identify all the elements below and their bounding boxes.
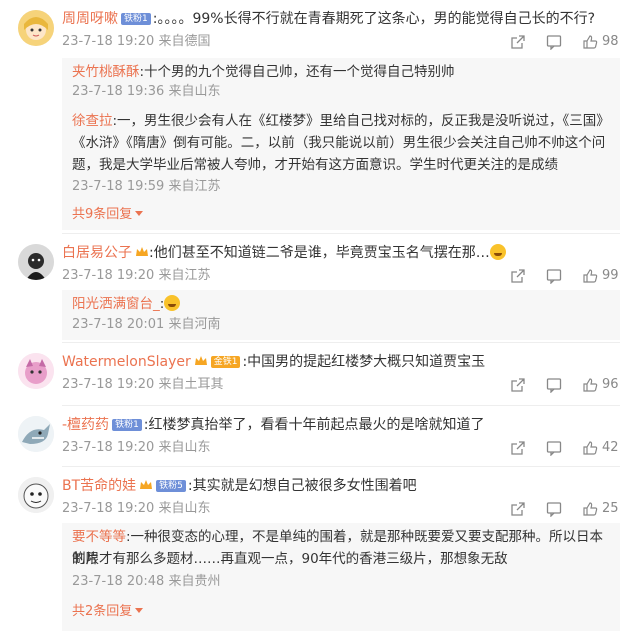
avatar[interactable] [18, 10, 54, 46]
comment-icon[interactable] [546, 440, 562, 456]
avatar[interactable] [18, 244, 54, 280]
reply-text: :一，男生很少会有人在《红楼梦》里给自己找对标的，反正我是没听说过，《三国》 [112, 113, 610, 129]
username[interactable]: WatermelonSlayer [62, 354, 191, 370]
comment-location: 来自山东 [158, 440, 211, 455]
fan-badge: 铁粉1 [112, 419, 142, 431]
comment-time: 23-7-18 19:20 [62, 440, 155, 455]
crown-icon [194, 356, 207, 365]
reply-location: 来自山东 [168, 84, 221, 99]
comment-location: 来自德国 [158, 34, 211, 49]
like-count: 99 [602, 268, 619, 283]
reply-text: 制片才有那么多题材……再直观一点，90年代的香港三级片，那想象无敌 [72, 551, 508, 567]
avatar[interactable] [18, 477, 54, 513]
comment-icon[interactable] [546, 501, 562, 517]
avatar[interactable] [18, 416, 54, 452]
comment-item: BT苦命的娃 铁粉5:其实就是幻想自己被很多女性围着吧 23-7-18 19:20… [0, 467, 634, 633]
username[interactable]: -檀药药 [62, 417, 109, 433]
reply-location: 来自江苏 [168, 179, 221, 194]
share-icon[interactable] [510, 440, 526, 456]
thumbs-up-icon[interactable] [582, 440, 598, 456]
reply-username[interactable]: 要不等等 [72, 529, 126, 545]
username[interactable]: 周周呀嗽 [62, 11, 118, 27]
reply-text: :十个男的九个觉得自己帅，还有一个觉得自己特别帅 [139, 64, 455, 80]
crown-icon [136, 247, 148, 256]
reply-time: 23-7-18 19:36 [72, 84, 165, 99]
avatar[interactable] [18, 353, 54, 389]
reply-location: 来自贵州 [168, 574, 221, 589]
comment-item: 周周呀嗽 铁粉1:。。。。99%长得不行就在青春期死了这条心，男的能觉得自己长的不… [0, 0, 634, 233]
comment-icon[interactable] [546, 34, 562, 50]
like-count: 98 [602, 34, 619, 49]
thumbs-up-icon[interactable] [582, 268, 598, 284]
reply-box: 夹竹桃酥酥:十个男的九个觉得自己帅，还有一个觉得自己特别帅 23-7-18 19… [62, 58, 620, 230]
more-replies-link[interactable]: 共9条回复 [72, 206, 144, 224]
comment-location: 来自土耳其 [158, 377, 224, 392]
comment-text: :。。。。99%长得不行就在青春期死了这条心，男的能觉得自己长的不行? [152, 11, 595, 27]
share-icon[interactable] [510, 377, 526, 393]
fan-badge: 铁粉5 [156, 480, 186, 492]
like-count: 96 [602, 377, 619, 392]
reply-time: 23-7-18 20:48 [72, 574, 165, 589]
chevron-down-icon [135, 608, 144, 613]
username[interactable]: BT苦命的娃 [62, 478, 136, 494]
share-icon[interactable] [510, 501, 526, 517]
gold-fan-badge: 金铁1 [210, 356, 241, 368]
reply-text: 《水浒》《隋唐》倒有可能。二，以前（我只能说以前）男生很少会关注自己帅不帅这个问 [72, 135, 606, 151]
comment-item: WatermelonSlayer 金铁1:中国男的提起红楼梦大概只知道贾宝玉 23… [0, 343, 634, 405]
laughing-emoji-icon [489, 244, 506, 260]
fan-badge: 铁粉1 [121, 13, 151, 25]
comment-item: 白居易公子 :他们甚至不知道链二爷是谁，毕竟贾宝玉名气摆在那… 23-7-18 1… [0, 234, 634, 342]
thumbs-up-icon[interactable] [582, 501, 598, 517]
comment-text: :其实就是幻想自己被很多女性围着吧 [187, 478, 417, 494]
chevron-down-icon [135, 211, 144, 216]
comment-time: 23-7-18 19:20 [62, 377, 155, 392]
comment-location: 来自山东 [158, 501, 211, 516]
comment-item: -檀药药 铁粉1:红楼梦真抬举了，看看十年前起点最火的是啥就知道了 23-7-18… [0, 406, 634, 466]
share-icon[interactable] [510, 268, 526, 284]
crown-icon [140, 480, 153, 489]
comment-time: 23-7-18 19:20 [62, 268, 155, 283]
comment-icon[interactable] [546, 268, 562, 284]
comment-icon[interactable] [546, 377, 562, 393]
reply-username[interactable]: 夹竹桃酥酥 [72, 64, 140, 80]
like-count: 25 [602, 501, 619, 516]
comment-time: 23-7-18 19:20 [62, 34, 155, 49]
laughing-emoji-icon [164, 295, 181, 311]
reply-text: 题，我是大学毕业后常被人夸帅，才开始有这方面意识。学生时代更关注的是成绩 [72, 157, 558, 173]
reply-box: 阳光洒满窗台_: 23-7-18 20:01 来自河南 [62, 290, 620, 340]
thumbs-up-icon[interactable] [582, 377, 598, 393]
reply-username[interactable]: 阳光洒满窗台_ [72, 296, 160, 312]
reply-time: 23-7-18 20:01 [72, 317, 165, 332]
share-icon[interactable] [510, 34, 526, 50]
thumbs-up-icon[interactable] [582, 34, 598, 50]
comment-text: :红楼梦真抬举了，看看十年前起点最火的是啥就知道了 [143, 417, 485, 433]
reply-time: 23-7-18 19:59 [72, 179, 165, 194]
reply-box: 要不等等:一种很变态的心理，不是单纯的围着，就是那种既要爱又要支配那种。所以日本… [62, 523, 620, 631]
comment-time: 23-7-18 19:20 [62, 501, 155, 516]
reply-username[interactable]: 徐查拉 [72, 113, 113, 129]
more-replies-link[interactable]: 共2条回复 [72, 603, 144, 621]
reply-location: 来自河南 [168, 317, 221, 332]
like-count: 42 [602, 440, 619, 455]
username[interactable]: 白居易公子 [62, 245, 132, 261]
comment-location: 来自江苏 [158, 268, 211, 283]
comment-text: :中国男的提起红楼梦大概只知道贾宝玉 [242, 354, 486, 370]
comment-text: :他们甚至不知道链二爷是谁，毕竟贾宝玉名气摆在那… [149, 245, 490, 261]
